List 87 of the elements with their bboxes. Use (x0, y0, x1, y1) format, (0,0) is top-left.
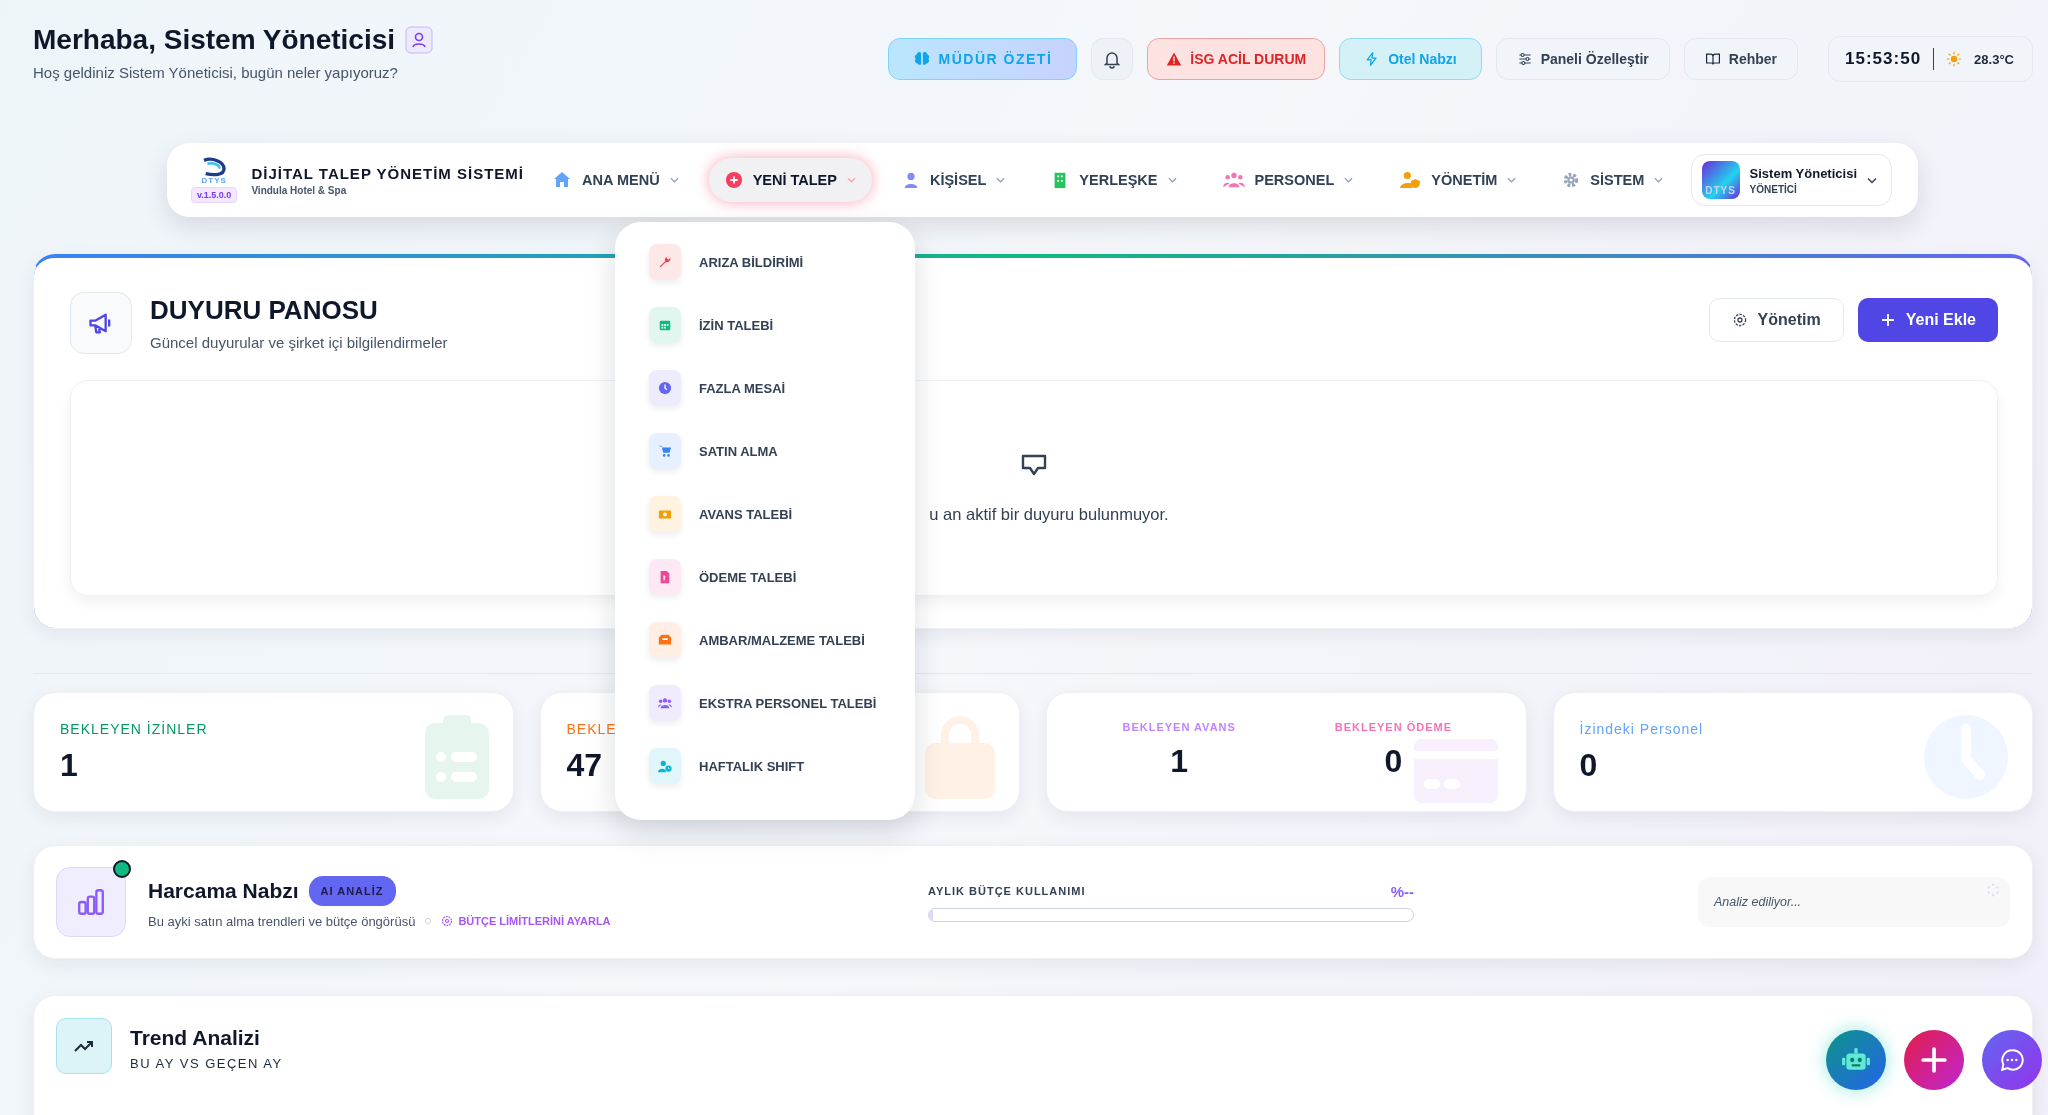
chevron-down-icon (1344, 177, 1354, 183)
stat-value: 0 (1384, 743, 1403, 780)
user-shield-icon (1399, 171, 1422, 189)
guide-button[interactable]: Rehber (1683, 38, 1799, 80)
empty-message: u an aktif bir duyuru bulunmuyor. (928, 504, 1169, 524)
menu-item[interactable]: FAZLA MESAİ (649, 370, 915, 406)
app-title: DİJİTAL TALEP YÖNETİM SİSTEMİ (251, 164, 524, 182)
home-icon (552, 170, 572, 190)
chevron-down-icon (1167, 177, 1177, 183)
manage-button[interactable]: Yönetim (1708, 298, 1844, 342)
announcement-title: DUYURU PANOSU (150, 295, 379, 326)
add-button[interactable]: Yeni Ekle (1857, 298, 1998, 342)
avatar: DTYS (1701, 161, 1740, 199)
chevron-down-icon (846, 177, 856, 183)
menu-item[interactable]: EKSTRA PERSONEL TALEBİ (649, 685, 915, 721)
version-badge: v.1.5.0.0 (191, 187, 238, 203)
spending-title: Harcama Nabzı (148, 878, 299, 903)
analysis-status: Analiz ediliyor... (1714, 895, 1802, 909)
status-dot (113, 860, 131, 878)
bar-chart-icon (76, 887, 106, 917)
notifications-button[interactable] (1091, 38, 1134, 80)
plus-icon (724, 171, 743, 189)
menu-item[interactable]: İZİN TALEBİ (649, 307, 915, 343)
stat-value: 1 (1170, 743, 1189, 780)
chevron-down-icon (1507, 177, 1517, 183)
plus-icon (1879, 312, 1896, 328)
megaphone-icon (70, 292, 132, 354)
greeting-title: Merhaba, Sistem Yöneticisi (33, 24, 396, 56)
warning-icon (1166, 51, 1183, 67)
menu-item[interactable]: HAFTALIK SHIFT (649, 748, 915, 784)
nav-menu-item[interactable]: SİSTEM (1546, 158, 1680, 202)
budget-settings-link[interactable]: BÜTÇE LİMİTLERİNİ AYARLA (441, 915, 611, 927)
hotel-name: Vindula Hotel & Spa (251, 184, 348, 196)
stat-value: 0 (1579, 747, 1599, 784)
chevron-down-icon (1867, 176, 1877, 184)
menu-item[interactable]: SATIN ALMA (649, 433, 915, 469)
menu-item[interactable]: ÖDEME TALEBİ (649, 559, 915, 595)
stat-label: BEKLEYEN İZİNLER (60, 721, 208, 737)
nav-menu-item[interactable]: YÖNETİM (1383, 158, 1533, 202)
book-icon (1704, 51, 1721, 67)
chat-icon (1999, 1047, 2025, 1073)
people-icon (1222, 171, 1245, 189)
chevron-down-icon (1654, 177, 1664, 183)
nav-menu-item[interactable]: YENİ TALEP (708, 158, 872, 202)
customize-button[interactable]: Paneli Özelleştir (1495, 38, 1670, 80)
user-menu[interactable]: DTYS Sistem Yöneticisi YÖNETİCİ (1690, 154, 1892, 206)
logo-text: DTYS (201, 176, 227, 185)
gear-icon (1562, 171, 1581, 189)
budget-label: AYLIK BÜTÇE KULLANIMI (928, 885, 1086, 897)
stat-label: BEKLEYEN ÖDEME (1334, 721, 1453, 733)
temperature: 28.3°C (1974, 51, 2014, 67)
menu-item[interactable]: AVANS TALEBİ (649, 496, 915, 532)
menu-item[interactable]: ARIZA BİLDİRİMİ (649, 244, 915, 280)
clipboard-icon (424, 715, 489, 799)
nav-menu-item[interactable]: YERLEŞKE (1035, 158, 1193, 202)
greeting-subtitle: Hoş geldiniz Sistem Yöneticisi, bugün neler yapıyoruz? (33, 64, 399, 81)
trend-subtitle: BU AY VS GEÇEN AY (130, 1056, 283, 1071)
nav-menu-item[interactable]: PERSONEL (1206, 158, 1370, 202)
nav-menu-item[interactable]: KİŞİSEL (885, 158, 1022, 202)
menu-item[interactable]: AMBAR/MALZEME TALEBİ (649, 622, 915, 658)
stat-value: 47 (566, 747, 604, 784)
chevron-down-icon (996, 177, 1006, 183)
trending-up-icon (56, 1018, 112, 1074)
stat-label: BEKLEYEN AVANS (1122, 721, 1236, 733)
spinner-icon (1986, 883, 2000, 897)
spending-subtitle: Bu ayki satın alma trendleri ve bütçe öngörüsü (148, 913, 416, 929)
ai-badge: AI ANALİZ (308, 875, 396, 906)
plus-icon (1921, 1047, 1947, 1073)
sliders-icon (1516, 51, 1533, 67)
budget-percent: %-- (1390, 882, 1414, 900)
announcement-subtitle: Güncel duyurular ve şirket içi bilgilendirmeler (150, 334, 448, 351)
stat-label: BEKLE (566, 721, 617, 737)
bag-icon (925, 715, 995, 799)
clock-time: 15:53:50 (1845, 49, 1922, 69)
settings-icon (1731, 312, 1748, 328)
settings-icon (441, 915, 454, 927)
emergency-button[interactable]: İSG ACİL DURUM (1147, 38, 1326, 80)
nav-menu-item[interactable]: ANA MENÜ (536, 158, 695, 202)
bell-icon (1102, 49, 1123, 69)
robot-icon (1841, 1047, 1871, 1073)
brain-icon (912, 50, 931, 68)
stat-label: İzindeki Personel (1579, 721, 1704, 737)
trend-title: Trend Analizi (130, 1026, 261, 1050)
user-icon (405, 26, 434, 54)
sun-icon (1946, 51, 1963, 67)
chevron-down-icon (669, 177, 679, 183)
stat-value: 1 (60, 747, 79, 784)
